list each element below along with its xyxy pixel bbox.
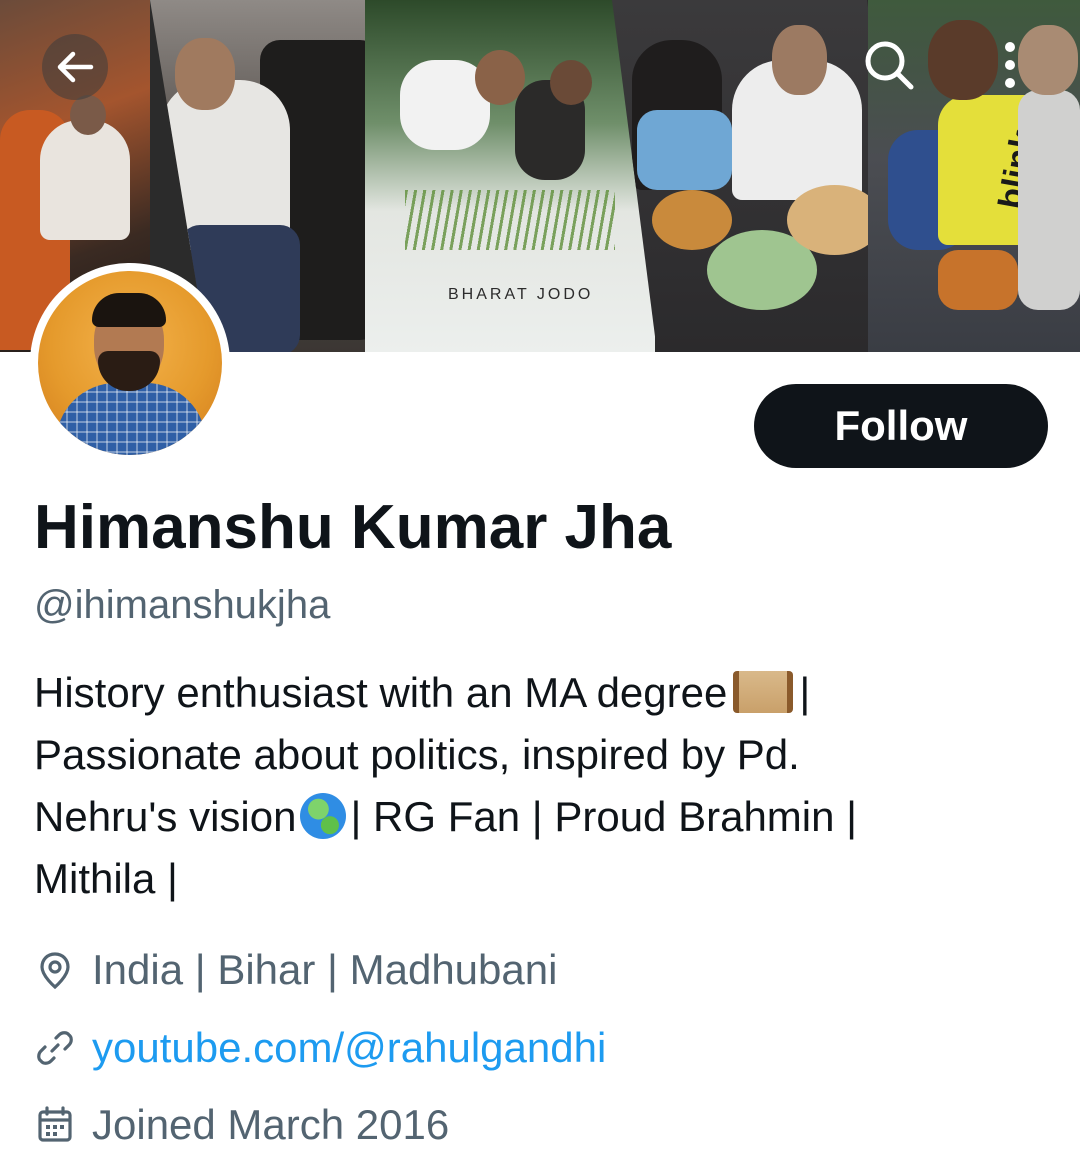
arrow-left-icon <box>57 51 94 83</box>
bio: History enthusiast with an MA degree | Pa… <box>34 662 1044 910</box>
follow-button[interactable]: Follow <box>754 384 1048 468</box>
bio-text: | RG Fan | Proud Brahmin | <box>350 793 858 840</box>
bio-line-1: History enthusiast with an MA degree | <box>34 662 1044 724</box>
bio-line-3: Nehru's vision | RG Fan | Proud Brahmin | <box>34 786 1044 848</box>
bio-text: History enthusiast with an MA degree <box>34 669 728 716</box>
bio-line-2: Passionate about politics, inspired by P… <box>34 731 800 778</box>
more-vertical-icon <box>1005 42 1015 88</box>
bio-text: | <box>799 669 811 716</box>
scroll-icon <box>733 671 794 713</box>
location-row: India | Bihar | Madhubani <box>34 946 557 994</box>
profile-page: BHARAT JODO blink <box>0 0 1080 1163</box>
avatar[interactable] <box>30 263 230 463</box>
location-pin-icon <box>34 949 76 991</box>
calendar-icon <box>34 1104 76 1146</box>
banner-caption: BHARAT JODO <box>448 286 594 303</box>
avatar-photo <box>38 271 222 455</box>
user-handle: @ihimanshukjha <box>34 583 331 627</box>
bio-text: Nehru's vision <box>34 793 297 840</box>
search-icon <box>865 41 914 90</box>
bio-line-4: Mithila | <box>34 855 178 902</box>
joined-row: Joined March 2016 <box>34 1101 449 1149</box>
website-link[interactable]: youtube.com/@rahulgandhi <box>92 1024 606 1072</box>
globe-icon <box>300 793 347 839</box>
display-name: Himanshu Kumar Jha <box>34 493 672 562</box>
more-options-button[interactable] <box>980 32 1040 98</box>
joined-text: Joined March 2016 <box>92 1101 450 1148</box>
location-text: India | Bihar | Madhubani <box>92 946 558 993</box>
website-row: youtube.com/@rahulgandhi <box>34 1024 606 1072</box>
back-button[interactable] <box>42 34 108 100</box>
search-button[interactable] <box>856 32 922 98</box>
link-icon <box>34 1027 76 1069</box>
